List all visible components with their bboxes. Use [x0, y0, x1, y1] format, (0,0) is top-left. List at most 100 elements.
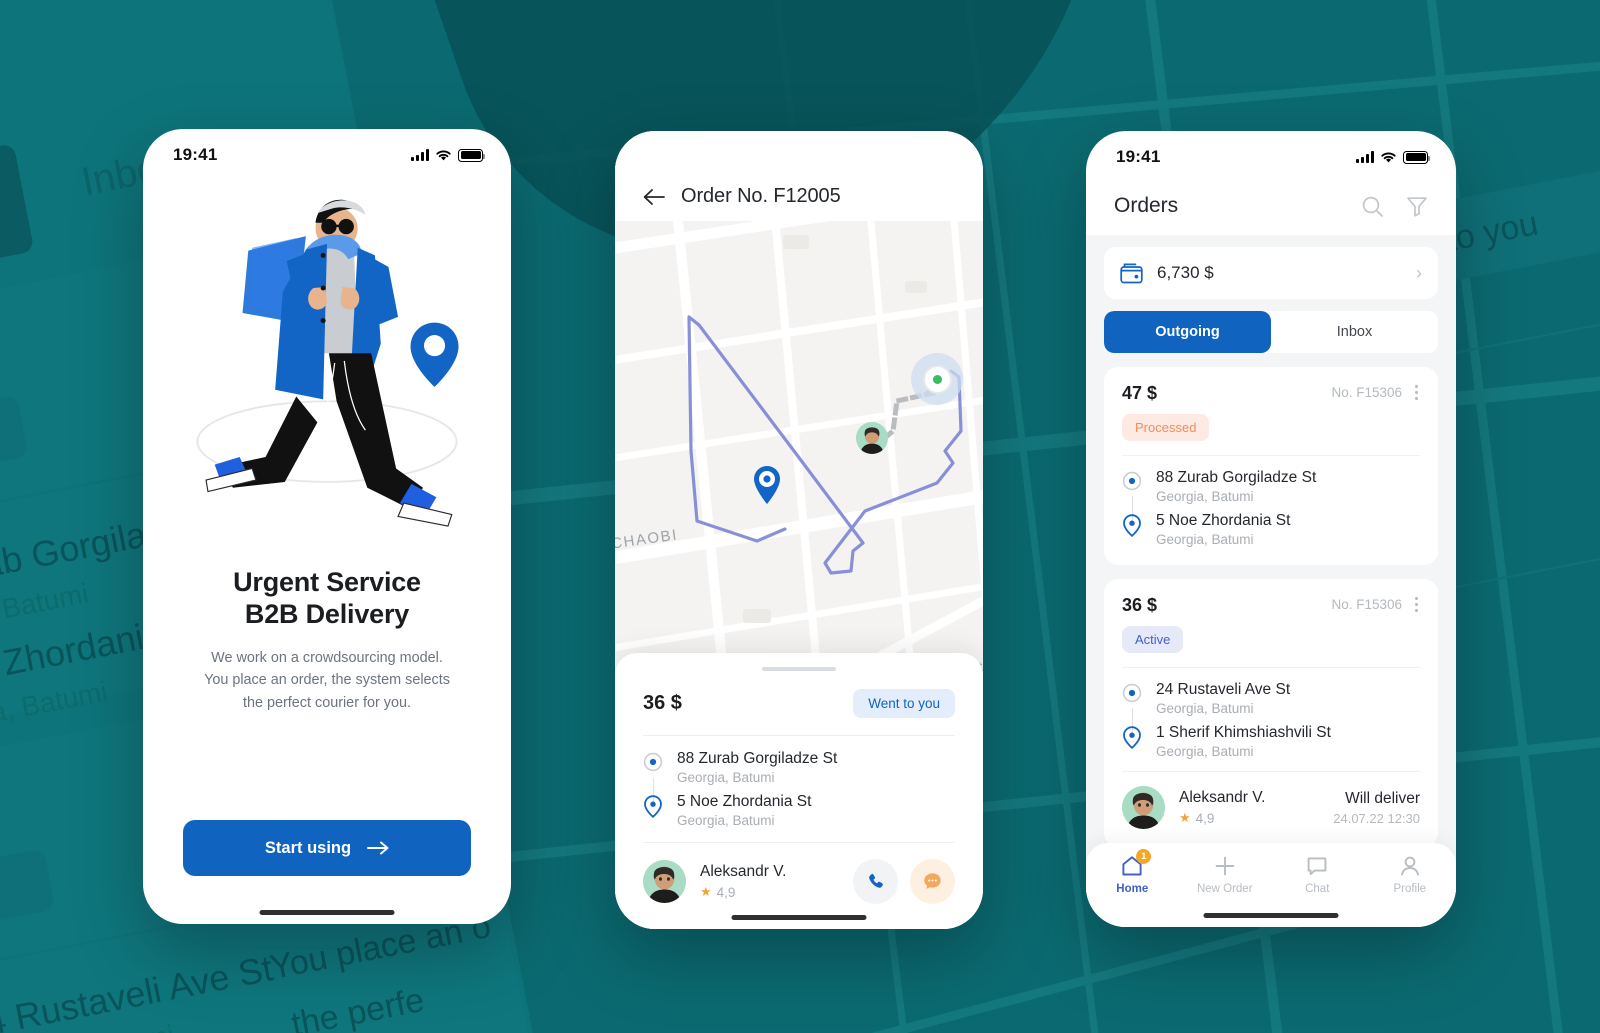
courier-running-illustration [183, 185, 471, 560]
page-subtitle-line2: You place an order, the system selects [204, 672, 450, 689]
courier-avatar-marker[interactable] [856, 422, 888, 454]
page-title: Orders [1114, 194, 1179, 217]
status-badge: Went to you [853, 689, 955, 718]
courier-rating-value: 4,9 [1195, 810, 1215, 826]
courier-rating: ★ 4,9 [700, 884, 786, 900]
pickup-city: Georgia, Batumi [677, 770, 775, 785]
battery-full-icon [1403, 150, 1431, 164]
pickup-address: 88 Zurab Gorgiladze St [677, 750, 838, 767]
dropoff-city: Georgia, Batumi [1156, 744, 1254, 759]
status-bar: 19:41 [1086, 131, 1456, 177]
map-pin-icon [754, 466, 780, 504]
signal-bars-icon [411, 149, 429, 161]
call-button[interactable] [853, 859, 898, 904]
order-card[interactable]: 47 $ No. F15306 Processed 88 Zurab Gorgi… [1104, 367, 1438, 565]
phone-orders-list-screen: 19:41 Orders 6,730 $ › Outgoing Inbox 47… [1086, 131, 1456, 927]
dropoff-address: 5 Noe Zhordania St [1156, 512, 1291, 529]
chat-bubble-icon [924, 873, 941, 889]
start-using-button[interactable]: Start using [183, 820, 471, 876]
dropoff-city: Georgia, Batumi [677, 813, 775, 828]
orders-tabs: Outgoing Inbox [1104, 311, 1438, 353]
tab-home-label: Home [1116, 883, 1149, 895]
chevron-right-icon: › [1416, 262, 1422, 283]
tab-inbox[interactable]: Inbox [1271, 311, 1438, 353]
page-subtitle-line3: the perfect courier for you. [243, 694, 411, 711]
search-icon[interactable] [1361, 195, 1384, 218]
wifi-icon [1381, 151, 1396, 162]
tab-chat[interactable]: Chat [1271, 854, 1364, 895]
star-icon: ★ [700, 884, 712, 899]
page-title-line1: Urgent Service [233, 567, 421, 597]
tab-new-order[interactable]: New Order [1179, 854, 1272, 895]
filter-icon[interactable] [1406, 195, 1428, 217]
phone-order-detail-screen: CHAOBI Bagrationi St 19:41 [615, 131, 983, 929]
pickup-city: Georgia, Batumi [1156, 489, 1254, 504]
status-bar-indicators [1356, 150, 1431, 164]
order-number: No. F15306 [1331, 385, 1402, 400]
courier-name: Aleksandr V. [1179, 789, 1266, 806]
courier-row: Aleksandr V. ★ 4,9 Will deliver 24.07.22… [1122, 771, 1420, 829]
pickup-city: Georgia, Batumi [1156, 701, 1254, 716]
signal-bars-icon [1356, 151, 1374, 163]
courier-row: Aleksandr V. ★ 4,9 [643, 842, 955, 904]
orders-header: Orders [1086, 177, 1456, 235]
user-location-inner [923, 365, 952, 394]
tab-new-order-label: New Order [1196, 883, 1253, 895]
arrow-left-icon[interactable] [643, 188, 665, 206]
order-price: 36 $ [643, 692, 682, 714]
avatar [1122, 786, 1165, 829]
courier-name: Aleksandr V. [700, 863, 787, 880]
origin-dot-icon [643, 750, 663, 785]
avatar [643, 860, 686, 903]
order-detail-title: Order No. F12005 [681, 185, 841, 207]
status-bar-time: 19:41 [1116, 147, 1161, 166]
pickup-row: 88 Zurab Gorgiladze St Georgia, Batumi [1122, 469, 1420, 504]
tab-outgoing[interactable]: Outgoing [1104, 311, 1271, 353]
map-pin-icon [1122, 512, 1142, 547]
balance-amount: 6,730 $ [1157, 263, 1214, 282]
kebab-menu-icon[interactable] [1413, 595, 1420, 614]
wallet-icon [1120, 263, 1143, 283]
arrow-right-icon [367, 841, 389, 855]
battery-full-icon [458, 148, 486, 162]
sheet-grabber[interactable] [762, 667, 836, 671]
address-block: 88 Zurab Gorgiladze St Georgia, Batumi 5… [1122, 456, 1420, 547]
home-indicator [731, 915, 867, 920]
kebab-menu-icon[interactable] [1413, 383, 1420, 402]
pickup-address: 24 Rustaveli Ave St [1156, 681, 1291, 698]
page-subtitle-line1: We work on a crowdsourcing model. [211, 650, 443, 667]
order-bottom-sheet: 36 $ Went to you 88 Zurab Gorgiladze St … [615, 653, 983, 929]
page-title: Urgent Service B2B Delivery [183, 566, 471, 630]
address-block: 24 Rustaveli Ave St Georgia, Batumi 1 Sh… [1122, 668, 1420, 759]
delivery-timestamp: 24.07.22 12:30 [1333, 810, 1420, 826]
tab-home[interactable]: 1 Home [1086, 849, 1179, 895]
balance-card[interactable]: 6,730 $ › [1104, 247, 1438, 299]
map-pin-icon [1122, 724, 1142, 759]
pickup-row: 88 Zurab Gorgiladze St Georgia, Batumi [643, 750, 955, 785]
order-card[interactable]: 36 $ No. F15306 Active 24 Rustaveli Ave … [1104, 579, 1438, 847]
courier-rating: ★ 4,9 [1179, 810, 1265, 826]
page-subtitle: We work on a crowdsourcing model. You pl… [183, 647, 471, 714]
wifi-icon [436, 149, 451, 160]
chat-icon [1307, 857, 1327, 875]
map-pin-icon [643, 793, 663, 828]
delivery-status-text: Will deliver [1345, 789, 1420, 807]
order-price: 47 $ [1122, 383, 1158, 403]
status-badge: Processed [1122, 414, 1210, 441]
phone-icon [868, 873, 883, 888]
order-price: 36 $ [1122, 595, 1158, 615]
dropoff-row: 5 Noe Zhordania St Georgia, Batumi [1122, 512, 1420, 547]
status-bar-indicators [411, 148, 486, 162]
address-block: 88 Zurab Gorgiladze St Georgia, Batumi 5… [643, 736, 955, 828]
home-indicator [1203, 913, 1339, 918]
status-bar: 19:41 [143, 129, 511, 175]
dropoff-row: 1 Sherif Khimshiashvili St Georgia, Batu… [1122, 724, 1420, 759]
dropoff-row: 5 Noe Zhordania St Georgia, Batumi [643, 793, 955, 828]
pickup-address: 88 Zurab Gorgiladze St [1156, 469, 1317, 486]
person-icon [1400, 856, 1419, 876]
chat-button[interactable] [910, 859, 955, 904]
home-badge: 1 [1136, 849, 1152, 864]
dropoff-address: 5 Noe Zhordania St [677, 793, 812, 810]
tab-profile[interactable]: Profile [1364, 854, 1457, 895]
dropoff-city: Georgia, Batumi [1156, 532, 1254, 547]
